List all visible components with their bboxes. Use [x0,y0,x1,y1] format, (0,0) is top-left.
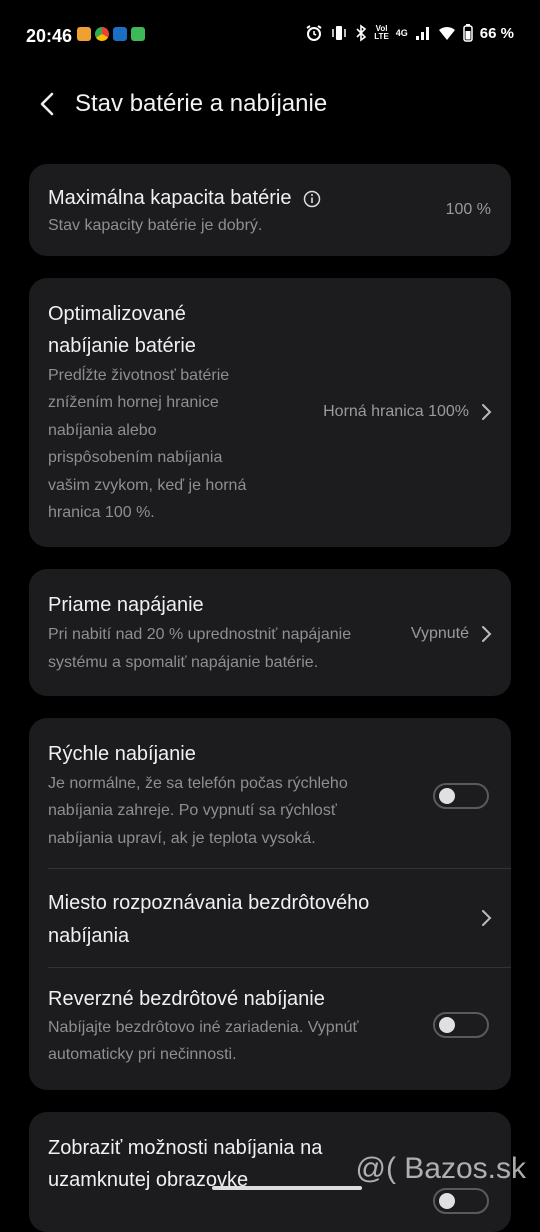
optimized-value: Horná hranica 100% [323,403,469,420]
reverse-wireless-toggle[interactable] [433,1012,489,1038]
optimized-charging-card[interactable]: Optimalizované nabíjanie batérie Predĺžt… [29,278,511,547]
alarm-icon [306,25,322,41]
wireless-location-title-line-1: Miesto rozpoznávania bezdrôtového [48,892,370,914]
reverse-wireless-title: Reverzné bezdrôtové nabíjanie [48,988,325,1010]
max-capacity-subtitle: Stav kapacity batérie je dobrý. [48,217,263,234]
back-button[interactable] [30,88,62,120]
optimized-subtitle-line-1: Predĺžte životnosť batérie [48,367,230,384]
shield-app-icon [113,27,127,41]
lockscreen-title-line-2: uzamknutej obrazovke [48,1169,249,1191]
vibrate-icon [332,26,347,40]
reverse-wireless-row[interactable]: Reverzné bezdrôtové nabíjanie Nabíjajte … [29,968,511,1090]
network-label: Vol LTE [374,24,389,41]
fast-charging-title: Rýchle nabíjanie [48,743,196,765]
fast-charging-subtitle-line-2: nabíjania zahreje. Po vypnutí sa rýchlos… [48,802,337,819]
max-capacity-title-text: Maximálna kapacita batérie [48,187,292,209]
optimized-subtitle-line-5: vašim zvykom, keď je horná [48,477,247,494]
optimized-subtitle-line-3: nabíjania alebo [48,422,157,439]
optimized-title-line-2: nabíjanie batérie [48,335,196,357]
optimized-title-line-1: Optimalizované [48,303,186,325]
page-title: Stav batérie a nabíjanie [75,90,328,117]
fast-charging-subtitle-line-3: nabíjania upraví, ak je teplota vysoká. [48,830,316,847]
chevron-right-icon [482,404,492,420]
fast-charging-toggle[interactable] [433,783,489,809]
toggle-knob [439,1017,455,1033]
direct-power-value: Vypnuté [410,625,469,642]
direct-power-title: Priame napájanie [48,594,204,616]
network-generation: 4G [395,28,408,38]
max-capacity-card[interactable]: Maximálna kapacita batérie Stav kapacity… [29,164,511,256]
watermark: @( Bazos.sk [355,1152,527,1185]
wifi-icon [438,26,455,40]
optimized-subtitle-line-6: hranica 100 %. [48,504,155,521]
lockscreen-title-line-1: Zobraziť možnosti nabíjania na [48,1137,323,1159]
reverse-wireless-subtitle-line-1: Nabíjajte bezdrôtovo iné zariadenia. Vyp… [48,1019,359,1036]
chrome-icon [95,27,109,41]
battery-percent: 66 % [479,24,514,42]
toggle-knob [439,1193,455,1209]
optimized-subtitle-line-2: znížením hornej hranice [48,394,219,411]
home-indicator[interactable] [212,1186,362,1190]
toggle-knob [439,788,455,804]
info-icon[interactable] [303,190,321,208]
chevron-right-icon [482,626,492,642]
app-notification-icon [77,27,91,41]
bluetooth-icon [356,24,367,42]
max-capacity-value: 100 % [445,201,491,218]
signal-icon [415,27,429,40]
reverse-wireless-subtitle-line-2: automaticky pri nečinnosti. [48,1046,237,1063]
max-capacity-title: Maximálna kapacita batérie [48,182,321,214]
status-time: 20:46 [26,26,73,46]
battery-icon [463,24,473,42]
wireless-location-title-line-2: nabíjania [48,925,130,947]
direct-power-subtitle-line-2: systému a spomaliť napájanie batérie. [48,654,319,671]
direct-power-subtitle-line-1: Pri nabití nad 20 % uprednostniť napájan… [48,626,352,643]
optimized-subtitle-line-4: prispôsobením nabíjania [48,449,223,466]
charging-options-card: Rýchle nabíjanie Je normálne, že sa tele… [29,718,511,1090]
app-notification-icon [131,27,145,41]
notification-icons [77,27,145,41]
status-bar: 20:46 Vol LTE 4G 66 % [0,0,540,72]
back-arrow-icon [40,92,54,116]
lockscreen-toggle[interactable] [433,1188,489,1214]
direct-power-card[interactable]: Priame napájanie Pri nabití nad 20 % upr… [29,569,511,696]
status-icons: Vol LTE 4G 66 % [305,24,514,42]
fast-charging-subtitle-line-1: Je normálne, že sa telefón počas rýchleh… [48,775,348,792]
header: Stav batérie a nabíjanie [0,72,540,136]
chevron-right-icon [482,910,492,926]
wireless-location-row[interactable]: Miesto rozpoznávania bezdrôtového nabíja… [29,869,511,967]
fast-charging-row[interactable]: Rýchle nabíjanie Je normálne, že sa tele… [29,718,511,868]
